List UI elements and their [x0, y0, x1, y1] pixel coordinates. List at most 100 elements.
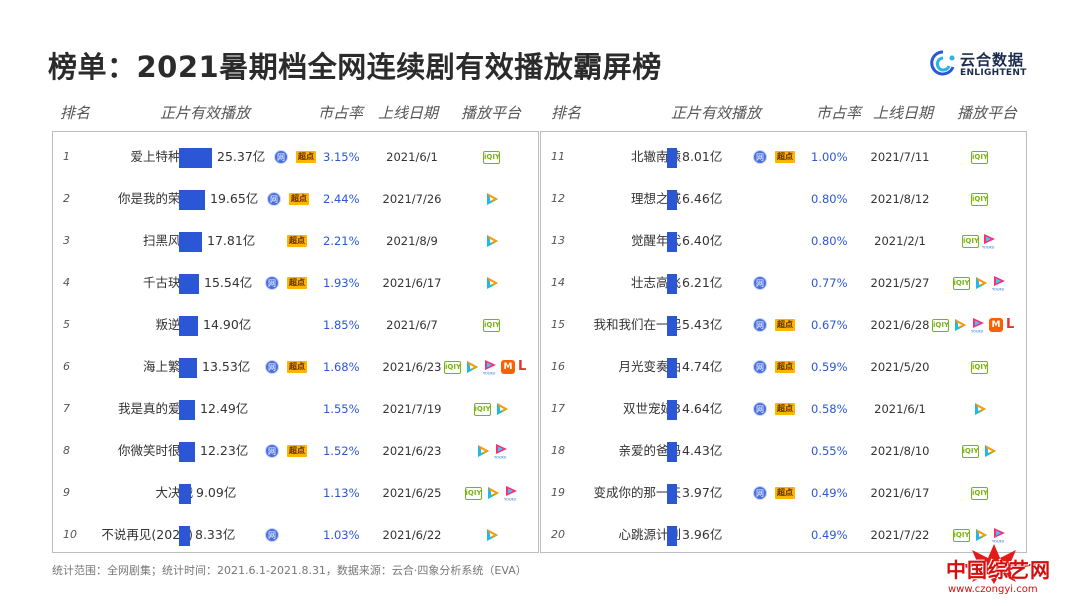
ranking-panel-right: 11 北辙南辕 8.01亿网超点 1.00% 2021/7/11 iQIY 12 理想之城 6.…	[540, 131, 1027, 553]
youku-icon[interactable]: YOUKU	[992, 275, 1007, 292]
table-row: 14 壮志高飞 6.21亿网 0.77% 2021/5/27 iQIY YOUKU	[541, 262, 1026, 304]
iqiyi-icon[interactable]: iQIY	[444, 361, 461, 374]
play-value: 3.96亿	[682, 527, 723, 542]
ranking-panel-left: 1 爱上特种兵 25.37亿网超点 3.15% 2021/6/1 iQIY 2 你是我的荣耀 1…	[52, 131, 539, 553]
header-play-left: 正片有效播放	[160, 104, 251, 122]
tencent-video-icon[interactable]	[484, 527, 500, 543]
header-rank-left: 排名	[60, 104, 91, 122]
rank-number: 2	[63, 192, 70, 205]
rank-number: 19	[551, 486, 565, 499]
tencent-video-icon[interactable]	[484, 233, 500, 249]
iqiyi-icon[interactable]: iQIY	[971, 193, 988, 206]
enlightent-logo-icon	[930, 50, 955, 76]
super-vip-badge: 超点	[287, 235, 307, 247]
youku-icon[interactable]: YOUKU	[982, 233, 997, 250]
play-bar	[179, 190, 205, 210]
super-vip-badge: 超点	[775, 403, 795, 415]
market-share: 1.13%	[323, 486, 360, 500]
table-row: 13 觉醒年代 6.40亿 0.80% 2021/2/1 iQIY YOUKU	[541, 220, 1026, 262]
youku-icon[interactable]: YOUKU	[504, 485, 519, 502]
platform-icons	[484, 275, 503, 291]
iqiyi-icon[interactable]: iQIY	[483, 151, 500, 164]
header-date-right: 上线日期	[873, 104, 934, 122]
rank-number: 7	[63, 402, 70, 415]
play-value: 8.33亿	[195, 527, 236, 542]
market-share: 1.52%	[323, 444, 360, 458]
watermark: 中国综艺网 www.czongyi.com	[936, 544, 1066, 602]
svg-text:YOUKU: YOUKU	[971, 330, 984, 334]
table-row: 2 你是我的荣耀 19.65亿网超点 2.44% 2021/7/26	[53, 178, 538, 220]
tencent-video-icon[interactable]	[464, 359, 480, 375]
market-share: 1.93%	[323, 276, 360, 290]
iqiyi-icon[interactable]: iQIY	[932, 319, 949, 332]
logo-text-en: ENLIGHTENT	[960, 68, 1027, 78]
tencent-video-icon[interactable]	[972, 401, 988, 417]
iqiyi-icon[interactable]: iQIY	[952, 277, 970, 290]
tencent-video-icon[interactable]	[982, 443, 998, 459]
rank-number: 16	[551, 360, 565, 373]
youku-icon[interactable]: YOUKU	[483, 359, 498, 376]
table-row: 6 海上繁花 13.53亿网超点 1.68% 2021/6/23 iQIY YOUKU M L	[53, 346, 538, 388]
mango-tv-icon[interactable]: M	[989, 318, 1003, 332]
svg-text:YOUKU: YOUKU	[992, 288, 1005, 292]
play-value: 3.97亿	[682, 485, 723, 500]
iqiyi-icon[interactable]: iQIY	[473, 403, 491, 416]
youku-icon[interactable]: YOUKU	[992, 527, 1007, 544]
letv-icon[interactable]: L	[1006, 317, 1018, 333]
play-value: 13.53亿	[202, 359, 251, 374]
market-share: 0.49%	[811, 486, 848, 500]
network-drama-badge: 网	[753, 276, 767, 290]
youku-icon[interactable]: YOUKU	[494, 443, 509, 460]
rank-number: 4	[63, 276, 70, 289]
tencent-video-icon[interactable]	[973, 275, 989, 291]
network-drama-badge: 网	[753, 318, 767, 332]
market-share: 2.21%	[323, 234, 360, 248]
letv-icon[interactable]: L	[518, 359, 530, 375]
launch-date: 2021/6/17	[382, 276, 442, 290]
launch-date: 2021/2/1	[874, 234, 926, 248]
iqiyi-icon[interactable]: iQIY	[483, 319, 500, 332]
table-row: 17 双世宠妃3 4.64亿网超点 0.58% 2021/6/1	[541, 388, 1026, 430]
rank-number: 14	[551, 276, 565, 289]
tencent-video-icon[interactable]	[485, 485, 501, 501]
platform-icons: iQIY	[971, 359, 991, 375]
logo-text-cn: 云合数据	[960, 51, 1025, 69]
header-platform-right: 播放平台	[957, 104, 1018, 122]
tencent-video-icon[interactable]	[952, 317, 968, 333]
launch-date: 2021/8/10	[870, 444, 930, 458]
super-vip-badge: 超点	[296, 151, 316, 163]
mango-tv-icon[interactable]: M	[501, 360, 515, 374]
super-vip-badge: 超点	[775, 361, 795, 373]
market-share: 2.44%	[323, 192, 360, 206]
iqiyi-icon[interactable]: iQIY	[971, 361, 988, 374]
tencent-video-icon[interactable]	[494, 401, 510, 417]
tencent-video-icon[interactable]	[484, 275, 500, 291]
network-drama-badge: 网	[753, 150, 767, 164]
iqiyi-icon[interactable]: iQIY	[961, 445, 979, 458]
iqiyi-icon[interactable]: iQIY	[962, 235, 979, 248]
network-drama-badge: 网	[753, 402, 767, 416]
tencent-video-icon[interactable]	[484, 191, 500, 207]
market-share: 0.80%	[811, 192, 848, 206]
tencent-video-icon[interactable]	[973, 527, 989, 543]
platform-icons	[484, 527, 503, 543]
watermark-text: 中国综艺网	[946, 558, 1051, 582]
iqiyi-icon[interactable]: iQIY	[971, 151, 988, 164]
iqiyi-icon[interactable]: iQIY	[971, 487, 988, 500]
youku-icon[interactable]: YOUKU	[971, 317, 986, 334]
market-share: 0.77%	[811, 276, 848, 290]
iqiyi-icon[interactable]: iQIY	[464, 487, 482, 500]
iqiyi-icon[interactable]: iQIY	[952, 529, 970, 542]
play-value: 4.64亿	[682, 401, 723, 416]
super-vip-badge: 超点	[287, 361, 307, 373]
platform-icons: iQIY	[971, 149, 991, 165]
watermark-url: www.czongyi.com	[948, 584, 1038, 595]
tencent-video-icon[interactable]	[475, 443, 491, 459]
play-bar	[667, 442, 677, 462]
super-vip-badge: 超点	[287, 445, 307, 457]
table-row: 1 爱上特种兵 25.37亿网超点 3.15% 2021/6/1 iQIY	[53, 136, 538, 178]
launch-date: 2021/6/23	[382, 360, 442, 374]
launch-date: 2021/7/22	[870, 528, 930, 542]
svg-text:YOUKU: YOUKU	[483, 372, 496, 376]
brand-logo: 云合数据 ENLIGHTENT	[930, 48, 1040, 84]
